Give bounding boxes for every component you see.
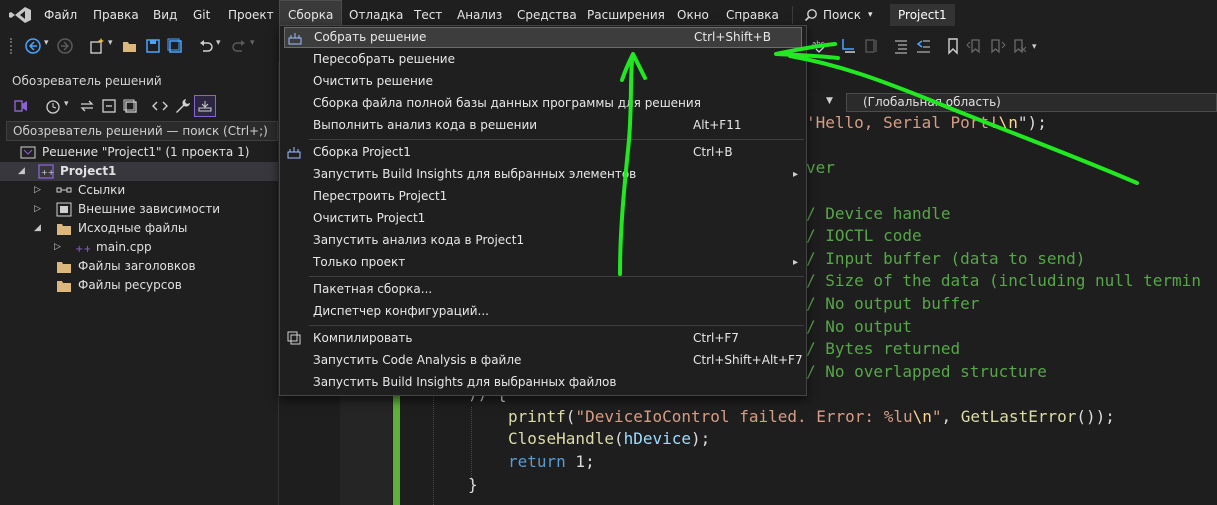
green-arrow-to-build-solution: [774, 42, 1139, 185]
green-up-arrow: [618, 52, 647, 276]
annotation-arrows: [618, 42, 1139, 276]
